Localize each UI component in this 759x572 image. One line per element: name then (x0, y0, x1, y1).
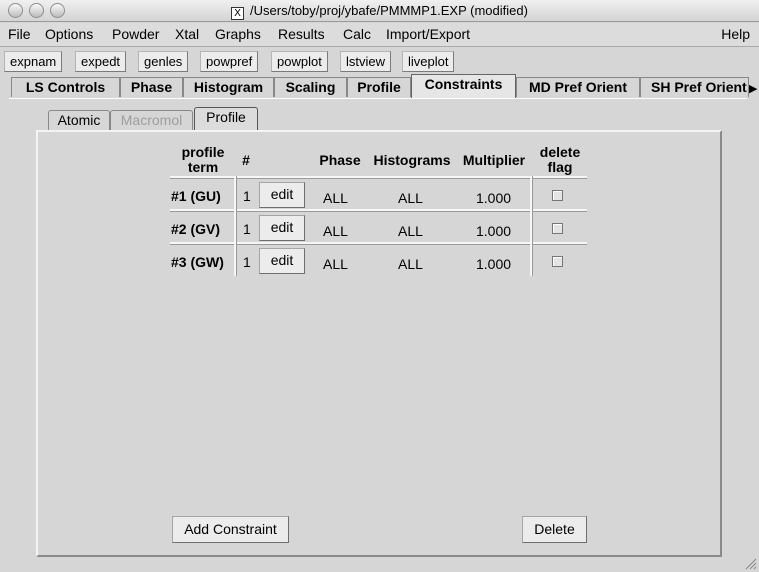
subtab-atomic[interactable]: Atomic (48, 110, 110, 131)
tab-histogram[interactable]: Histogram (183, 77, 274, 97)
tab-md-pref-orient[interactable]: MD Pref Orient (516, 77, 640, 97)
tab-ls-controls[interactable]: LS Controls (11, 77, 120, 97)
table-separator (170, 242, 587, 245)
menu-import-export[interactable]: Import/Export (386, 26, 470, 42)
tab-sh-pref-orient[interactable]: SH Pref Orient (640, 77, 749, 97)
menu-results[interactable]: Results (278, 26, 325, 42)
row2-multiplier: 1.000 (476, 223, 512, 239)
expedt-button[interactable]: expedt (75, 51, 127, 72)
row3-term: #3 (GW) (171, 254, 224, 270)
menu-powder[interactable]: Powder (112, 26, 159, 42)
row1-term: #1 (GU) (171, 188, 221, 204)
table-separator (170, 209, 587, 212)
menu-calc[interactable]: Calc (343, 26, 371, 42)
profile-constraints-panel (36, 130, 722, 557)
row3-histograms: ALL (398, 256, 423, 272)
header-delete-line1: delete (539, 144, 581, 160)
row1-phase: ALL (323, 190, 348, 206)
powpref-button[interactable]: powpref (200, 51, 259, 72)
row3-delete-checkbox[interactable] (552, 256, 563, 267)
menu-options[interactable]: Options (45, 26, 93, 42)
header-multiplier: Multiplier (462, 152, 526, 168)
window-title-wrap: X/Users/toby/proj/ybafe/PMMMP1.EXP (modi… (0, 3, 759, 20)
expnam-button[interactable]: expnam (4, 51, 63, 72)
header-profile-line2: term (187, 159, 219, 175)
menu-xtal[interactable]: Xtal (175, 26, 199, 42)
genles-button[interactable]: genles (138, 51, 189, 72)
header-histograms: Histograms (373, 152, 451, 168)
menu-help[interactable]: Help (721, 26, 750, 42)
toolbar: expnam expedt genles powpref powplot lst… (0, 48, 759, 75)
table-divider (234, 176, 237, 276)
header-phase: Phase (319, 152, 361, 168)
header-profile-line1: profile (181, 144, 225, 160)
x11-icon: X (231, 7, 245, 20)
row2-delete-checkbox[interactable] (552, 223, 563, 234)
row2-histograms: ALL (398, 223, 423, 239)
add-constraint-button[interactable]: Add Constraint (172, 516, 289, 543)
table-separator (170, 176, 587, 179)
tab-scroll-right-icon[interactable]: ▶ (749, 82, 757, 95)
row3-phase: ALL (323, 256, 348, 272)
delete-button[interactable]: Delete (522, 516, 587, 543)
row3-number: 1 (243, 254, 251, 270)
header-delete-line2: flag (547, 159, 573, 175)
row2-edit-button[interactable]: edit (259, 215, 305, 241)
subtab-profile[interactable]: Profile (194, 107, 258, 132)
tab-constraints[interactable]: Constraints (411, 74, 516, 98)
powplot-button[interactable]: powplot (271, 51, 328, 72)
main-tab-bar: LS Controls Phase Histogram Scaling Prof… (0, 74, 759, 98)
header-profile-term: profile term (172, 145, 234, 175)
window-title: /Users/toby/proj/ybafe/PMMMP1.EXP (modif… (250, 3, 528, 18)
tab-phase[interactable]: Phase (120, 77, 183, 97)
menu-graphs[interactable]: Graphs (215, 26, 261, 42)
row3-edit-button[interactable]: edit (259, 248, 305, 274)
row1-multiplier: 1.000 (476, 190, 512, 206)
row1-edit-button[interactable]: edit (259, 182, 305, 208)
tab-scaling[interactable]: Scaling (274, 77, 347, 97)
title-bar: X/Users/toby/proj/ybafe/PMMMP1.EXP (modi… (0, 0, 759, 22)
table-divider (530, 176, 533, 276)
lstview-button[interactable]: lstview (340, 51, 392, 72)
header-number: # (242, 152, 250, 168)
row1-number: 1 (243, 188, 251, 204)
tab-profile[interactable]: Profile (347, 77, 411, 97)
row2-term: #2 (GV) (171, 221, 221, 237)
menu-bar: File Options Powder Xtal Graphs Results … (0, 23, 759, 47)
row1-histograms: ALL (398, 190, 423, 206)
liveplot-button[interactable]: liveplot (402, 51, 455, 72)
row1-delete-checkbox[interactable] (552, 190, 563, 201)
row3-multiplier: 1.000 (476, 256, 512, 272)
row2-phase: ALL (323, 223, 348, 239)
resize-grip-icon[interactable] (745, 558, 757, 570)
subtab-macromol: Macromol (110, 110, 193, 131)
header-delete-flag: delete flag (537, 145, 583, 175)
row2-number: 1 (243, 221, 251, 237)
menu-file[interactable]: File (8, 26, 31, 42)
